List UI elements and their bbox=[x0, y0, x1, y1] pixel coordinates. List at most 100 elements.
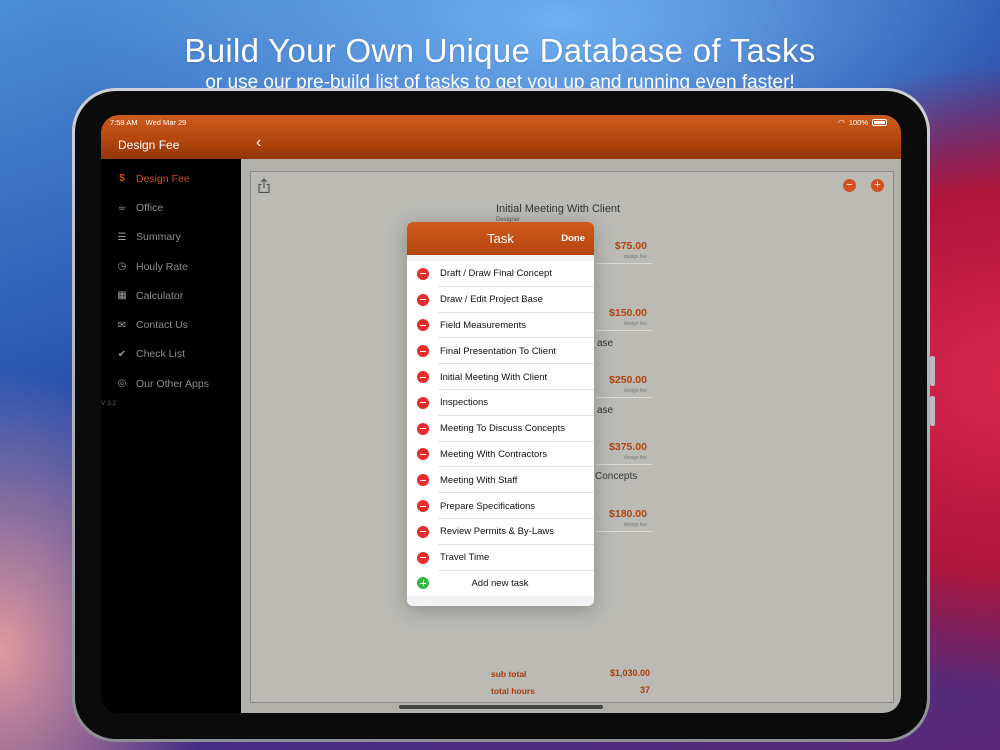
delete-icon[interactable] bbox=[417, 500, 429, 513]
sidebar-item-summary[interactable]: ☰ Summary bbox=[101, 223, 241, 252]
done-button[interactable]: Done bbox=[561, 233, 585, 244]
divider bbox=[596, 330, 652, 331]
task-label: Draw / Edit Project Base bbox=[440, 294, 543, 306]
sub-total-label: sub total bbox=[491, 669, 527, 679]
sidebar-item-design-fee[interactable]: $ Design Fee bbox=[101, 164, 241, 193]
add-task-label: Add new task bbox=[471, 577, 529, 589]
task-row[interactable]: Final Presentation To Client bbox=[407, 338, 594, 364]
task-label: Travel Time bbox=[440, 552, 490, 564]
promo-headline: Build Your Own Unique Database of Tasks bbox=[184, 32, 816, 69]
sidebar-item-calculator[interactable]: ▦ Calculator bbox=[101, 281, 241, 310]
task-row[interactable]: Meeting With Staff bbox=[407, 467, 594, 493]
divider bbox=[596, 464, 652, 465]
sidebar-item-label: Summary bbox=[136, 231, 181, 244]
sidebar: $ Design Fee ☕ Office ☰ Summary ◷ Houly … bbox=[101, 159, 241, 713]
sidebar-item-other-apps[interactable]: ◎ Our Other Apps bbox=[101, 369, 241, 398]
task-label: Field Measurements bbox=[440, 319, 527, 331]
add-item-button[interactable]: + bbox=[871, 179, 884, 192]
app-version: V 3.2 bbox=[101, 400, 117, 408]
task-label: Prepare Specifications bbox=[440, 500, 536, 512]
mail-icon: ✉ bbox=[117, 319, 127, 331]
task-label: Initial Meeting With Client bbox=[440, 371, 548, 383]
modal-header: Task Done bbox=[407, 222, 594, 255]
apps-icon: ◎ bbox=[117, 378, 127, 390]
task-list: Draft / Draw Final Concept Draw / Edit P… bbox=[407, 261, 594, 597]
delete-icon[interactable] bbox=[417, 319, 429, 332]
delete-icon[interactable] bbox=[417, 396, 429, 409]
status-bar: 7:58 AM Wed Mar 29 bbox=[110, 118, 186, 127]
task-row[interactable]: Travel Time bbox=[407, 545, 594, 571]
check-icon: ✔ bbox=[117, 348, 127, 360]
delete-icon[interactable] bbox=[417, 293, 429, 306]
sub-total-value: $1,030.00 bbox=[609, 668, 650, 678]
task-label: Draft / Draw Final Concept bbox=[440, 268, 552, 280]
delete-icon[interactable] bbox=[417, 422, 429, 435]
task-label: Meeting With Staff bbox=[440, 474, 518, 486]
coffee-icon: ☕ bbox=[117, 202, 127, 214]
volume-button bbox=[930, 356, 935, 386]
wifi-icon: ◠ bbox=[837, 118, 845, 127]
status-date: Wed Mar 29 bbox=[145, 118, 187, 127]
battery-percent: 100% bbox=[848, 118, 868, 127]
item-title-partial: Concepts bbox=[595, 471, 638, 482]
divider bbox=[596, 397, 652, 398]
sidebar-item-check-list[interactable]: ✔ Check List bbox=[101, 340, 241, 369]
sidebar-item-label: Check List bbox=[136, 348, 186, 361]
task-label: Inspections bbox=[440, 397, 489, 409]
back-chevron-icon[interactable]: ‹ bbox=[256, 135, 261, 151]
task-row[interactable]: Meeting To Discuss Concepts bbox=[407, 416, 594, 442]
total-hours-value: 37 bbox=[639, 685, 650, 695]
add-icon[interactable] bbox=[417, 577, 429, 590]
sidebar-item-hourly-rate[interactable]: ◷ Houly Rate bbox=[101, 252, 241, 281]
status-indicators: ◠ 100% bbox=[838, 118, 887, 127]
home-indicator bbox=[399, 705, 603, 709]
delete-icon[interactable] bbox=[417, 551, 429, 564]
task-label: Review Permits & By-Laws bbox=[440, 526, 555, 538]
task-row[interactable]: Meeting With Contractors bbox=[407, 442, 594, 468]
sidebar-item-label: Office bbox=[136, 201, 164, 214]
task-row[interactable]: Initial Meeting With Client bbox=[407, 364, 594, 390]
sidebar-item-label: Houly Rate bbox=[136, 260, 188, 273]
battery-icon bbox=[872, 119, 887, 126]
app-title: Design Fee bbox=[118, 138, 180, 152]
sidebar-item-office[interactable]: ☕ Office bbox=[101, 193, 241, 222]
delete-icon[interactable] bbox=[417, 267, 429, 280]
task-row[interactable]: Inspections bbox=[407, 390, 594, 416]
sidebar-item-label: Design Fee bbox=[136, 172, 190, 185]
dollar-icon: $ bbox=[119, 173, 125, 185]
task-row[interactable]: Review Permits & By-Laws bbox=[407, 519, 594, 545]
task-label: Meeting To Discuss Concepts bbox=[440, 423, 565, 435]
delete-icon[interactable] bbox=[417, 448, 429, 461]
sidebar-item-label: Calculator bbox=[136, 289, 184, 302]
share-icon[interactable] bbox=[257, 178, 271, 194]
task-row[interactable]: Prepare Specifications bbox=[407, 493, 594, 519]
clock-icon: ◷ bbox=[117, 261, 127, 273]
list-icon: ☰ bbox=[117, 231, 127, 243]
delete-icon[interactable] bbox=[417, 345, 429, 358]
delete-icon[interactable] bbox=[417, 474, 429, 487]
divider bbox=[596, 263, 652, 264]
task-label: Final Presentation To Client bbox=[440, 345, 556, 357]
divider bbox=[596, 531, 652, 532]
sidebar-item-contact-us[interactable]: ✉ Contact Us bbox=[101, 310, 241, 339]
sidebar-item-label: Contact Us bbox=[136, 319, 188, 332]
app-screen: 7:58 AM Wed Mar 29 ◠ 100% Design Fee ‹ $… bbox=[101, 115, 901, 713]
ipad-frame: 7:58 AM Wed Mar 29 ◠ 100% Design Fee ‹ $… bbox=[72, 88, 935, 742]
navigation-bar: 7:58 AM Wed Mar 29 ◠ 100% Design Fee ‹ bbox=[101, 115, 901, 159]
task-label: Meeting With Contractors bbox=[440, 448, 548, 460]
task-picker-modal: Task Done Draft / Draw Final Concept Dra… bbox=[407, 222, 594, 606]
delete-icon[interactable] bbox=[417, 525, 429, 538]
calculator-icon: ▦ bbox=[117, 290, 127, 302]
add-task-row[interactable]: Add new task bbox=[407, 571, 594, 597]
item-title-partial: ase bbox=[597, 405, 614, 416]
remove-item-button[interactable]: − bbox=[843, 179, 856, 192]
delete-icon[interactable] bbox=[417, 371, 429, 384]
task-row[interactable]: Field Measurements bbox=[407, 313, 594, 339]
sidebar-item-label: Our Other Apps bbox=[136, 377, 209, 390]
task-row[interactable]: Draw / Edit Project Base bbox=[407, 287, 594, 313]
item-title: Initial Meeting With Client bbox=[496, 203, 621, 215]
task-row[interactable]: Draft / Draw Final Concept bbox=[407, 261, 594, 287]
total-hours-label: total hours bbox=[491, 686, 535, 696]
volume-button-2 bbox=[930, 396, 935, 426]
status-time: 7:58 AM bbox=[110, 118, 138, 127]
